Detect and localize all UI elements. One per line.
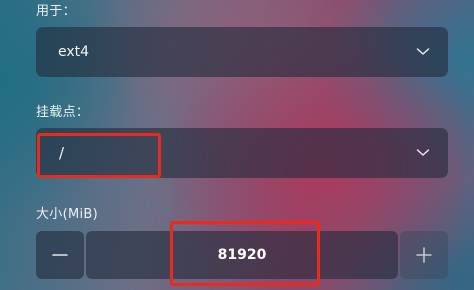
size-input[interactable]: 81920: [86, 231, 398, 279]
mount-point-select-value: /: [59, 144, 65, 162]
usage-label: 用于：: [36, 4, 76, 19]
chevron-down-icon[interactable]: [416, 46, 430, 56]
plus-icon: [416, 247, 432, 263]
filesystem-select[interactable]: ext4: [36, 27, 448, 77]
size-label: 大小(MiB): [36, 207, 98, 222]
minus-icon: [52, 247, 68, 263]
size-increment-button[interactable]: [400, 231, 448, 279]
size-input-value: 81920: [217, 247, 267, 263]
chevron-down-icon[interactable]: [416, 147, 430, 157]
size-decrement-button[interactable]: [36, 231, 84, 279]
filesystem-select-value: ext4: [58, 44, 90, 60]
mount-point-select[interactable]: /: [36, 128, 448, 178]
mount-point-label: 挂载点：: [36, 105, 90, 120]
